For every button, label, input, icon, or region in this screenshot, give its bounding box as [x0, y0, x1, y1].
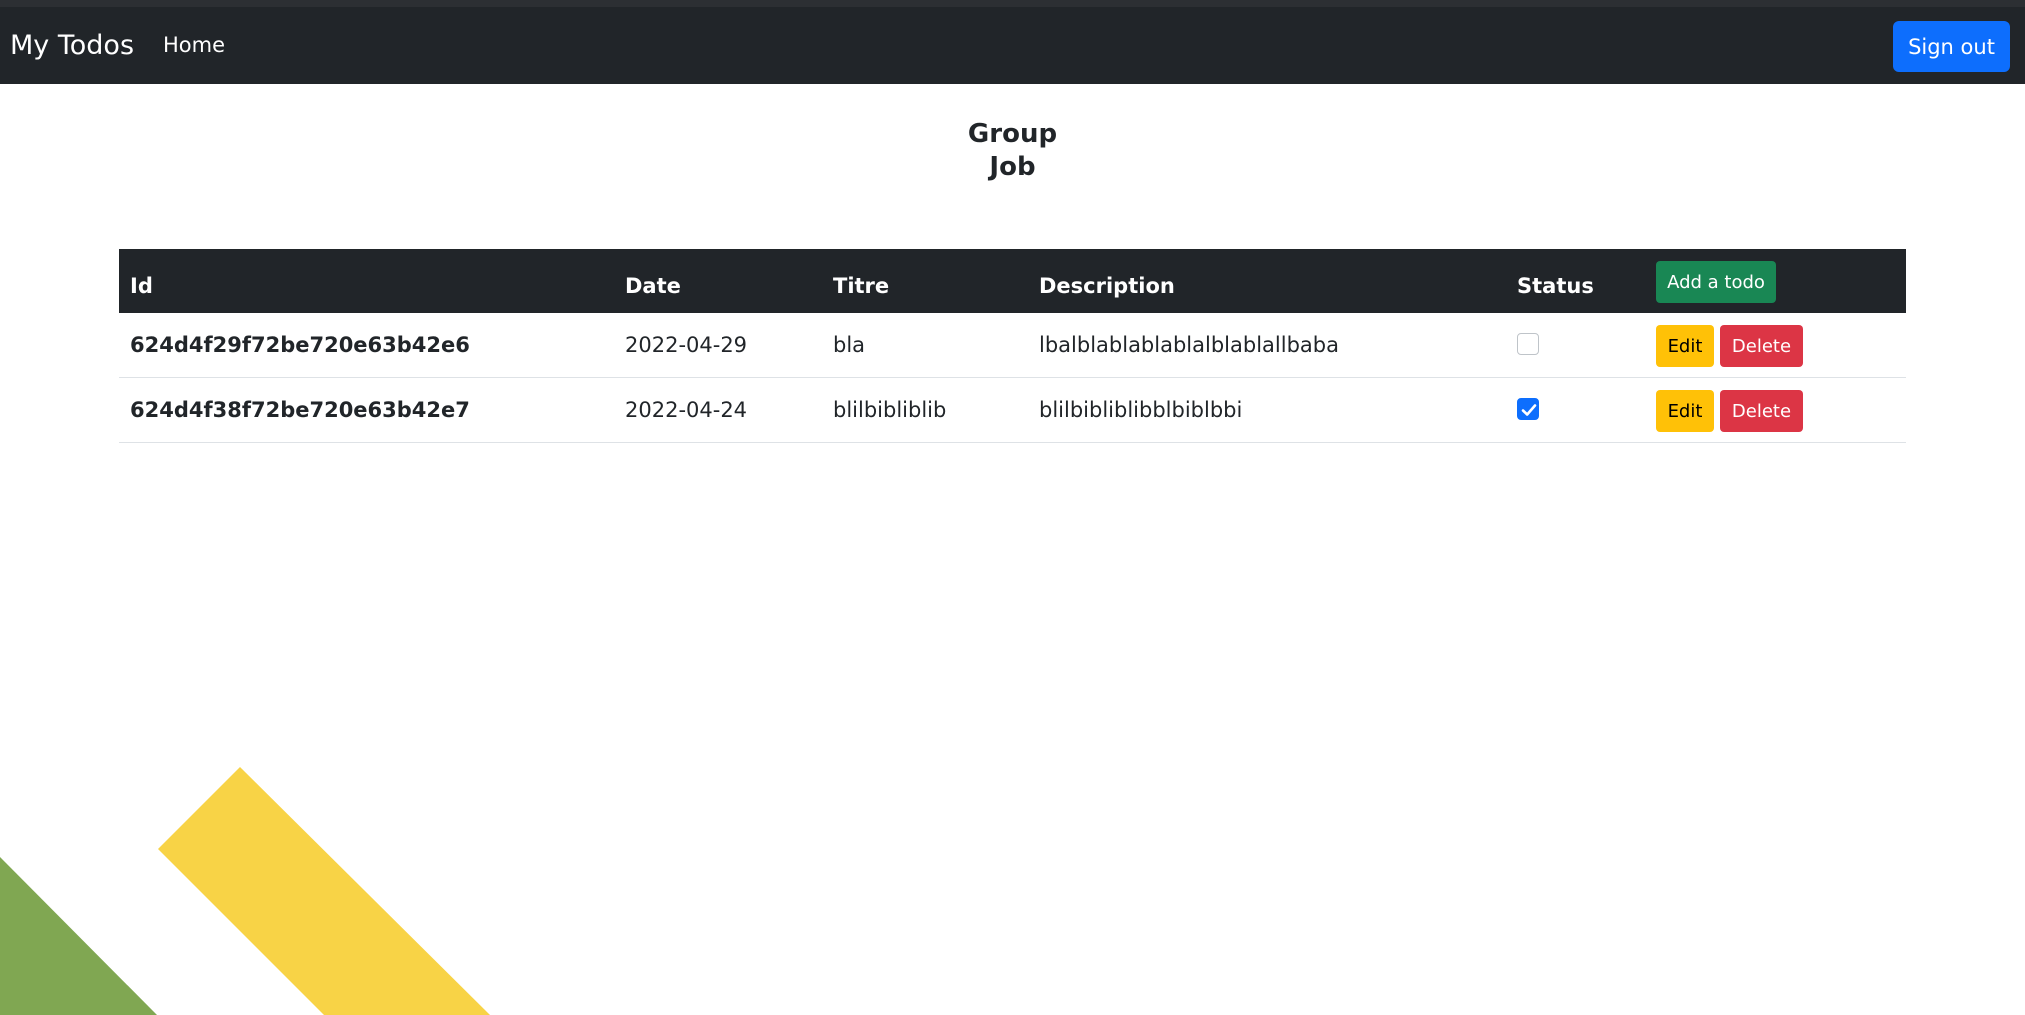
- decorative-shapes: [0, 767, 490, 1015]
- green-triangle-decor: [0, 857, 157, 1015]
- yellow-stripe-decor: [158, 767, 490, 1015]
- page: My Todos Home Sign out Group Job Id Date…: [0, 0, 2025, 1015]
